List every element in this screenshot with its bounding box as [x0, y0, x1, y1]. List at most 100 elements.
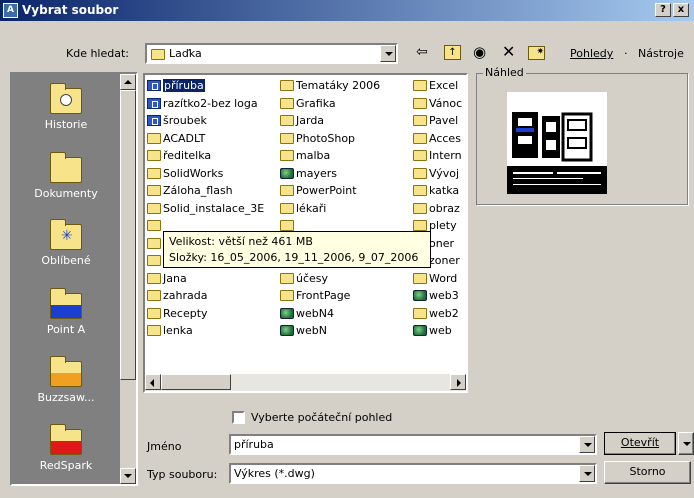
- open-dropdown-button[interactable]: [678, 432, 694, 455]
- tools-menu[interactable]: Nástroje: [638, 47, 684, 60]
- file-list-item[interactable]: lenka: [147, 322, 280, 340]
- initial-view-label[interactable]: Vyberte počáteční pohled: [251, 411, 392, 424]
- file-list-item[interactable]: účesy: [280, 270, 414, 288]
- lookin-combo[interactable]: Laďka: [145, 43, 398, 64]
- file-list-item[interactable]: razítko2-bez loga: [147, 95, 280, 113]
- file-list-item[interactable]: malba: [280, 147, 414, 165]
- file-list-item[interactable]: ředitelka: [147, 147, 280, 165]
- file-list-item[interactable]: ACADLT: [147, 130, 280, 148]
- help-button[interactable]: ?: [655, 3, 671, 17]
- toolbar-separator: ·: [624, 47, 628, 60]
- file-list-item[interactable]: Intern: [413, 147, 466, 165]
- file-name: Jarda: [296, 114, 325, 127]
- web-folder-icon: [413, 325, 427, 336]
- back-arrow-icon[interactable]: ⇦: [416, 44, 428, 60]
- file-name: Intern: [429, 149, 462, 162]
- delete-icon[interactable]: ✕: [502, 44, 515, 60]
- lookin-value: Laďka: [169, 47, 202, 60]
- file-list-item[interactable]: mayers: [280, 165, 414, 183]
- scroll-thumb[interactable]: [120, 90, 136, 380]
- file-list-item[interactable]: SolidWorks: [147, 165, 280, 183]
- folder-icon: [413, 202, 427, 214]
- file-list-item[interactable]: lékaři: [280, 200, 414, 218]
- file-name: obraz: [429, 201, 460, 215]
- file-list-item[interactable]: Vánoc: [413, 95, 466, 113]
- file-list-item[interactable]: Recepty: [147, 305, 280, 323]
- filename-value[interactable]: příruba: [234, 438, 274, 451]
- title-bar[interactable]: A Vybrat soubor ? x: [0, 0, 694, 21]
- horizontal-scrollbar[interactable]: [145, 374, 466, 391]
- file-name: ACADLT: [163, 131, 206, 145]
- chevron-down-icon[interactable]: [579, 465, 595, 482]
- search-web-icon[interactable]: ◉: [473, 44, 486, 60]
- file-list-item[interactable]: Jarda: [280, 112, 414, 130]
- place-label: RedSpark: [39, 459, 93, 472]
- folder-icon: [147, 325, 161, 336]
- filetype-value: Výkres (*.dwg): [234, 467, 315, 480]
- views-menu[interactable]: Pohledy: [570, 47, 613, 60]
- places-scrollbar[interactable]: [120, 74, 136, 484]
- chevron-down-icon: [683, 442, 691, 446]
- up-folder-icon[interactable]: ↑: [444, 45, 461, 60]
- web-folder-icon: [413, 290, 427, 301]
- chevron-down-icon[interactable]: [579, 436, 595, 453]
- close-button[interactable]: x: [673, 3, 689, 17]
- place-redspark[interactable]: RedSpark: [12, 424, 120, 472]
- scroll-left-icon[interactable]: [145, 374, 161, 390]
- buzzsaw-folder-icon: [50, 356, 82, 387]
- file-list-item[interactable]: příruba: [147, 77, 280, 95]
- file-list-item[interactable]: Záloha_flash: [147, 182, 280, 200]
- place-history[interactable]: Historie: [12, 83, 120, 131]
- file-list-item[interactable]: Grafika: [280, 95, 414, 113]
- file-list-item[interactable]: web: [413, 322, 466, 340]
- file-list-item[interactable]: Pavel: [413, 112, 466, 130]
- scroll-right-icon[interactable]: [450, 374, 466, 390]
- filename-input[interactable]: příruba: [229, 434, 597, 455]
- file-list-item[interactable]: Jana: [147, 270, 280, 288]
- file-name: Pavel: [429, 114, 459, 127]
- folder-icon: [147, 167, 161, 179]
- file-list-item[interactable]: web2: [413, 305, 466, 323]
- hscroll-thumb[interactable]: [161, 374, 231, 390]
- initial-view-checkbox[interactable]: [232, 411, 245, 424]
- cancel-button[interactable]: Storno: [604, 461, 691, 484]
- folder-icon: [280, 150, 294, 161]
- folder-icon: [280, 220, 294, 231]
- file-list-item[interactable]: Vývoj: [413, 165, 466, 183]
- file-list-item[interactable]: PowerPoint: [280, 182, 414, 200]
- place-point-a[interactable]: Point A: [12, 288, 120, 336]
- file-list-item[interactable]: web3: [413, 287, 466, 305]
- file-list-item[interactable]: FrontPage: [280, 287, 414, 305]
- file-list-item[interactable]: šroubek: [147, 112, 280, 130]
- file-name: příruba: [162, 78, 206, 93]
- folder-icon: [413, 132, 427, 144]
- file-list-item[interactable]: PhotoShop: [280, 130, 414, 148]
- file-name: FrontPage: [296, 289, 351, 302]
- file-list-item[interactable]: webN: [280, 322, 414, 340]
- place-favorites[interactable]: ✳ Oblíbené: [12, 219, 120, 267]
- scroll-down-icon[interactable]: [120, 468, 136, 484]
- file-list-item[interactable]: Tematáky 2006: [280, 77, 414, 95]
- redspark-folder-icon: [50, 424, 82, 455]
- file-list-item[interactable]: Solid_instalace_3E: [147, 200, 280, 218]
- folder-icon: [413, 80, 427, 91]
- file-list-item[interactable]: Acces: [413, 130, 466, 148]
- filetype-select[interactable]: Výkres (*.dwg): [229, 463, 597, 484]
- chevron-down-icon[interactable]: [380, 45, 396, 62]
- file-name: Excel: [429, 79, 459, 92]
- file-name: Acces: [429, 131, 461, 145]
- file-name: plety: [429, 219, 457, 232]
- scroll-up-icon[interactable]: [120, 74, 136, 90]
- file-list-item[interactable]: katka: [413, 182, 466, 200]
- folder-icon: [147, 307, 161, 319]
- file-list-item[interactable]: Word: [413, 270, 466, 288]
- open-button[interactable]: Otevřít: [604, 432, 676, 455]
- file-list-item[interactable]: obraz: [413, 200, 466, 218]
- place-documents[interactable]: Dokumenty: [12, 152, 120, 200]
- file-list-item[interactable]: webN4: [280, 305, 414, 323]
- file-list-item[interactable]: Excel: [413, 77, 466, 95]
- file-list-item[interactable]: zahrada: [147, 287, 280, 305]
- new-folder-icon[interactable]: ✷: [528, 46, 545, 60]
- preview-label: Náhled: [483, 66, 526, 79]
- place-buzzsaw[interactable]: Buzzsaw...: [12, 356, 120, 404]
